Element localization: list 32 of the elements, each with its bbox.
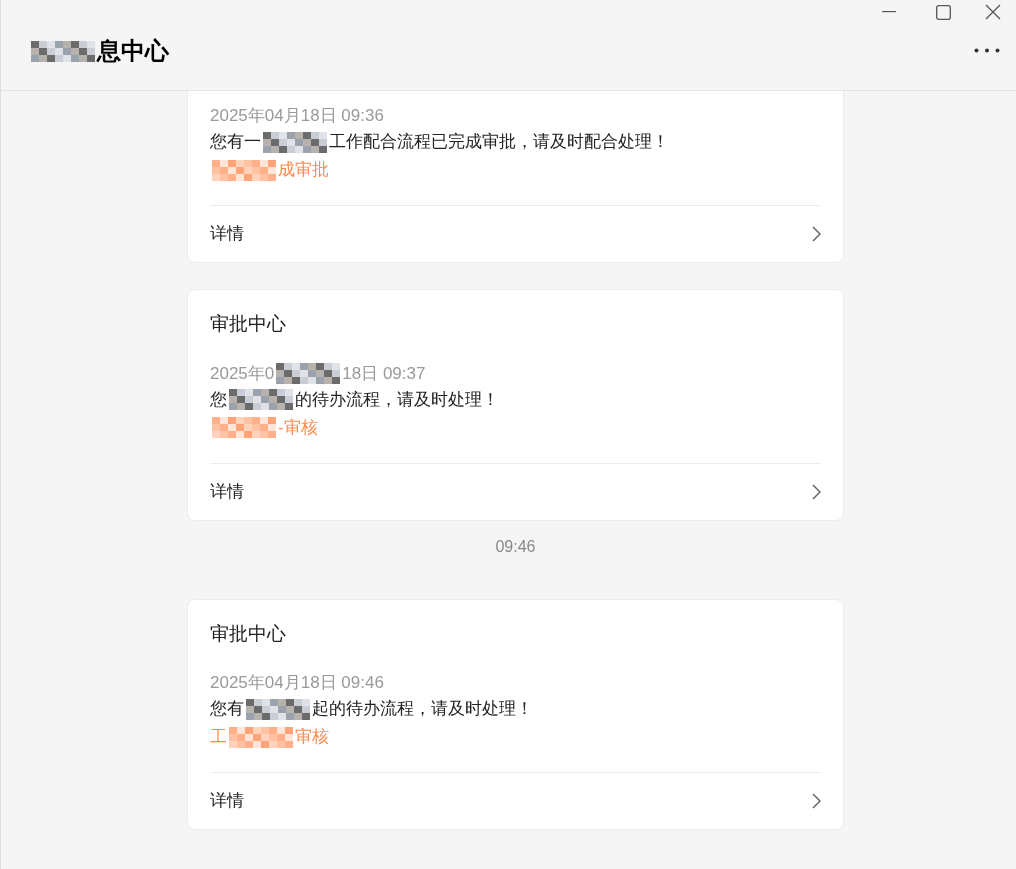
message-text: 的待办流程，请及时处理！	[295, 388, 499, 411]
time-divider: 09:46	[495, 536, 536, 557]
card-title: 审批中心	[210, 312, 287, 336]
maximize-icon	[935, 4, 951, 20]
close-icon	[985, 4, 1001, 20]
redaction-mosaic	[31, 40, 95, 62]
message-text: 起的待办流程，请及时处理！	[312, 698, 533, 720]
message-date: 2025年0	[210, 362, 275, 385]
message-text: 您有一	[210, 131, 261, 153]
details-row[interactable]: 详情	[188, 463, 843, 520]
message-text: 工作配合流程已完成审批，请及时配合处理！	[329, 131, 669, 153]
message-text: 您	[210, 388, 227, 411]
more-icon	[974, 47, 1000, 53]
card-title: 审批中心	[210, 621, 287, 646]
message-date: 18日 09:37	[342, 362, 426, 385]
details-row[interactable]: 详情	[188, 773, 843, 829]
details-row[interactable]: 详情	[188, 206, 843, 262]
window-title: 息中心	[97, 36, 169, 66]
redaction-mosaic	[212, 159, 276, 181]
chevron-right-icon	[811, 483, 821, 500]
minimize-icon	[882, 11, 896, 13]
message-text: 您有	[210, 698, 244, 720]
redaction-mosaic	[229, 389, 293, 410]
redaction-mosaic	[246, 698, 310, 720]
chevron-right-icon	[811, 793, 821, 809]
redaction-mosaic	[229, 726, 293, 748]
redaction-mosaic	[263, 131, 327, 153]
redaction-mosaic	[276, 363, 341, 384]
message-date: 2025年04月18日 09:36	[210, 105, 384, 127]
redaction-mosaic	[212, 417, 276, 438]
message-date: 2025年04月18日 09:46	[210, 672, 384, 694]
chevron-right-icon	[811, 226, 821, 242]
